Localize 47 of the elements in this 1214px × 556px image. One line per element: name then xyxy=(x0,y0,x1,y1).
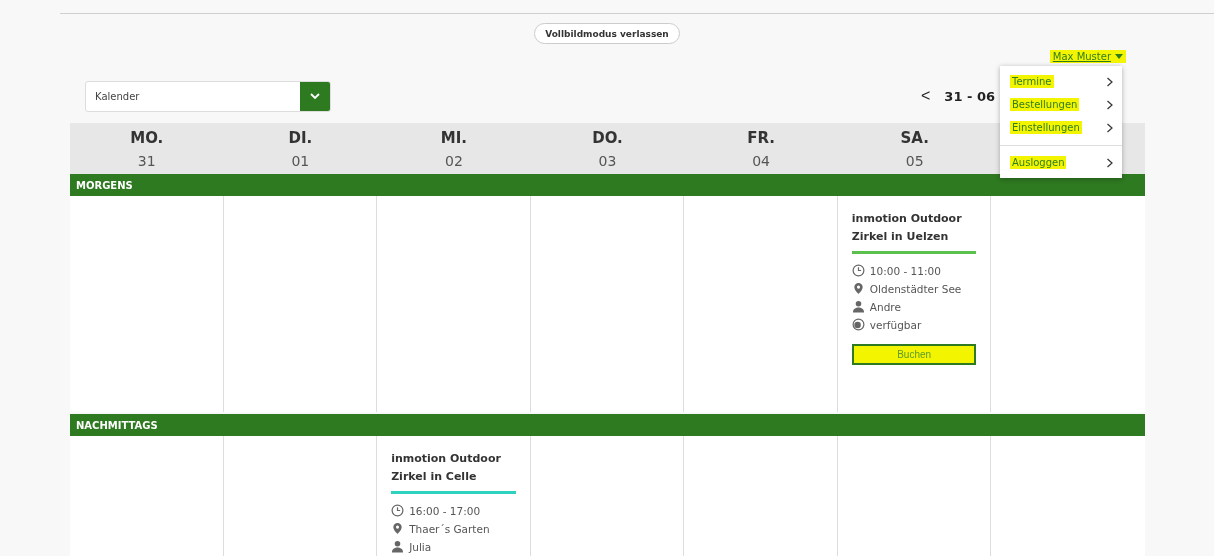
chevron-right-icon xyxy=(1106,99,1114,110)
day-date: 03 xyxy=(598,152,617,169)
clock-icon xyxy=(851,264,865,277)
chevron-right-icon xyxy=(1106,76,1114,87)
location-pin-icon xyxy=(391,522,405,535)
menu-item[interactable]: Bestellungen xyxy=(1000,93,1122,116)
event-availability: verfügbar xyxy=(869,318,922,331)
weekday-name: MI. xyxy=(440,128,468,147)
chevron-right-icon xyxy=(1106,122,1114,133)
event-time: 10:00 - 11:00 xyxy=(869,264,941,277)
date-range: 31 - 06 xyxy=(944,88,995,104)
section-bar: NACHMITTAGS xyxy=(70,414,1145,436)
chevron-down-icon xyxy=(310,92,320,100)
person-icon xyxy=(391,540,405,553)
day-date: 02 xyxy=(445,152,463,169)
exit-fullscreen-button[interactable]: Vollbildmodus verlassen xyxy=(534,23,680,44)
dropdown-button[interactable] xyxy=(300,81,330,111)
event-person: Andre xyxy=(869,300,901,313)
user-menu-link[interactable]: Max Muster xyxy=(1049,49,1126,63)
section-bar: MORGENS xyxy=(70,174,1145,196)
event-title: inmotion Outdoor Zirkel in Celle xyxy=(391,451,502,485)
menu-item[interactable]: Einstellungen xyxy=(1000,116,1122,139)
weekday-name: FR. xyxy=(747,128,775,147)
menu-item[interactable]: Ausloggen xyxy=(1000,145,1122,174)
availability-icon xyxy=(851,318,865,331)
book-button[interactable]: Buchen xyxy=(851,344,977,365)
weekday-name: DI. xyxy=(288,128,313,147)
caret-icon xyxy=(1115,53,1123,59)
event-location: Thaer´s Garten xyxy=(409,522,490,535)
event-title: inmotion Outdoor Zirkel in Uelzen xyxy=(851,211,963,245)
day-date: 31 xyxy=(137,152,156,169)
weekday-name: SA. xyxy=(900,128,929,147)
weekday-name: DO. xyxy=(592,128,623,147)
day-date: 01 xyxy=(291,152,310,169)
person-icon xyxy=(851,300,865,313)
location-pin-icon xyxy=(851,282,865,295)
day-date: 05 xyxy=(905,152,924,169)
event-person: Julia xyxy=(409,540,432,553)
chevron-right-icon xyxy=(1106,157,1114,168)
event-location: Oldenstädter See xyxy=(869,282,962,295)
day-date: 04 xyxy=(752,152,770,169)
calendar-select[interactable]: Kalender xyxy=(85,80,331,112)
weekday-name: MO. xyxy=(130,128,164,147)
clock-icon xyxy=(391,504,405,517)
event-time: 16:00 - 17:00 xyxy=(409,504,481,517)
previous-week-button[interactable]: < xyxy=(921,87,931,105)
menu-item[interactable]: Termine xyxy=(1000,70,1122,93)
